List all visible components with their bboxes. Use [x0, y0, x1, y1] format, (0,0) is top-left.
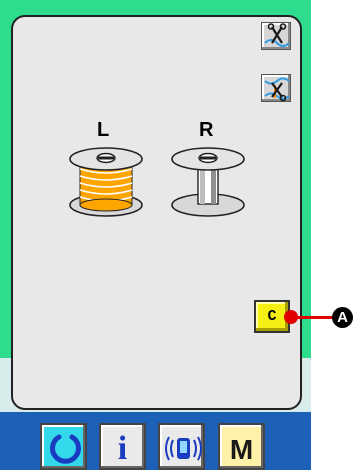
thread-trimmer-button[interactable]	[261, 22, 291, 50]
thread-trimmer-icon	[264, 23, 290, 47]
ready-icon	[50, 434, 81, 464]
operation-panel-screen: L R C i M	[0, 0, 311, 470]
right-bobbin-label: R	[199, 119, 214, 141]
bobbin-empty-icon	[171, 147, 245, 217]
callout-pointer-dot	[284, 310, 298, 324]
bobbin-status-panel	[11, 15, 302, 410]
left-bobbin-label: L	[97, 119, 110, 141]
thread-trimmer-off-icon	[264, 77, 290, 102]
info-icon: i	[117, 430, 128, 467]
ready-tab[interactable]	[40, 423, 87, 470]
mode-tab[interactable]: M	[218, 423, 265, 470]
communication-tab[interactable]	[158, 423, 205, 470]
information-tab[interactable]: i	[99, 423, 146, 470]
thread-trimmer-off-button[interactable]	[261, 74, 291, 102]
mode-icon: M	[229, 434, 254, 465]
bobbin-full-icon	[69, 147, 143, 217]
callout-badge-a: A	[332, 307, 353, 328]
communication-icon	[165, 436, 202, 461]
